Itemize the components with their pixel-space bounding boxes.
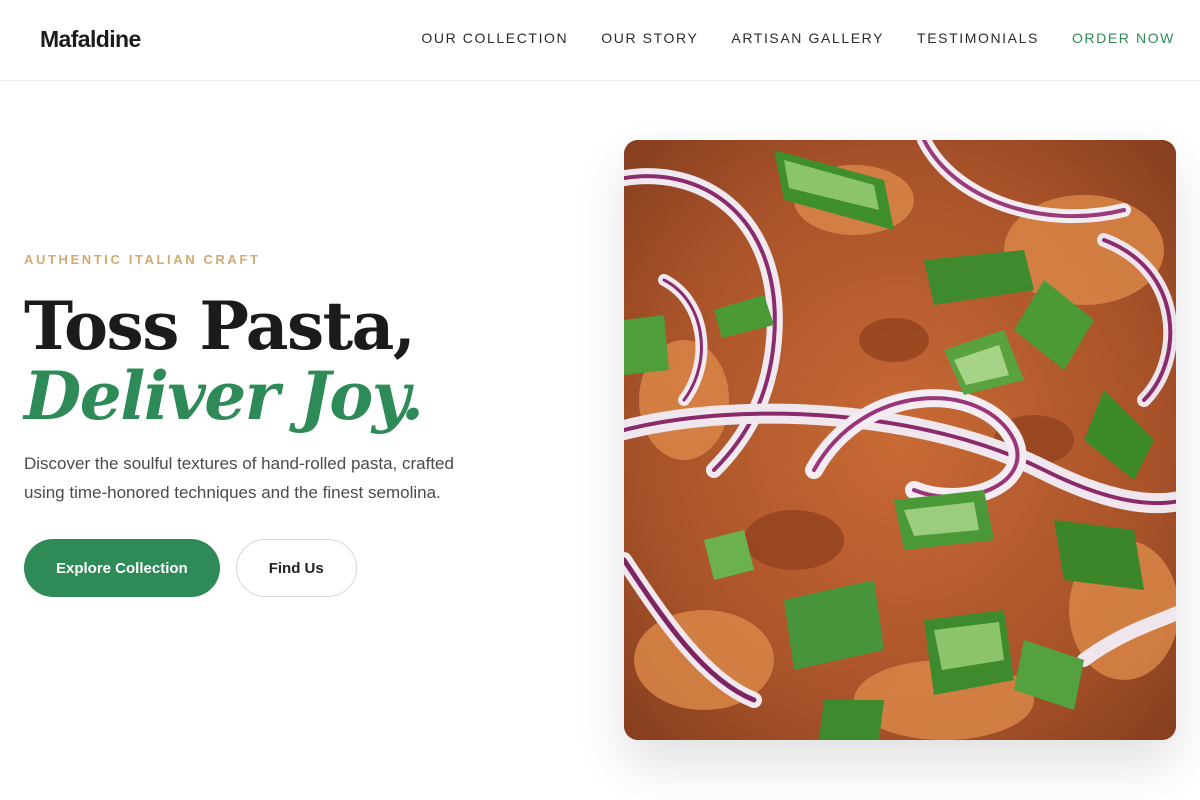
hero-actions: Explore Collection Find Us: [24, 539, 484, 597]
nav-our-collection[interactable]: OUR COLLECTION: [421, 30, 568, 46]
main-nav: OUR COLLECTION OUR STORY ARTISAN GALLERY…: [421, 30, 1175, 46]
site-header: Mafaldine OUR COLLECTION OUR STORY ARTIS…: [0, 0, 1200, 81]
nav-testimonials[interactable]: TESTIMONIALS: [917, 30, 1039, 46]
hero-headline-line2: Deliver Joy.: [24, 357, 424, 435]
hero-description: Discover the soulful textures of hand-ro…: [24, 454, 454, 502]
hero-content: AUTHENTIC ITALIAN CRAFT Toss Pasta, Deli…: [24, 252, 484, 597]
nav-order-now[interactable]: ORDER NOW: [1072, 30, 1175, 46]
explore-collection-button[interactable]: Explore Collection: [24, 539, 220, 597]
nav-our-story[interactable]: OUR STORY: [601, 30, 698, 46]
nav-artisan-gallery[interactable]: ARTISAN GALLERY: [731, 30, 884, 46]
hero-headline-line1: Toss Pasta,: [24, 287, 416, 365]
find-us-button[interactable]: Find Us: [235, 539, 357, 597]
hero-headline: Toss Pasta, Deliver Joy.: [24, 291, 484, 431]
hero-pasta-photo: [624, 140, 1176, 740]
hero-eyebrow: AUTHENTIC ITALIAN CRAFT: [24, 252, 261, 267]
brand-logo[interactable]: Mafaldine: [40, 26, 141, 53]
pasta-illustration: [624, 140, 1176, 740]
